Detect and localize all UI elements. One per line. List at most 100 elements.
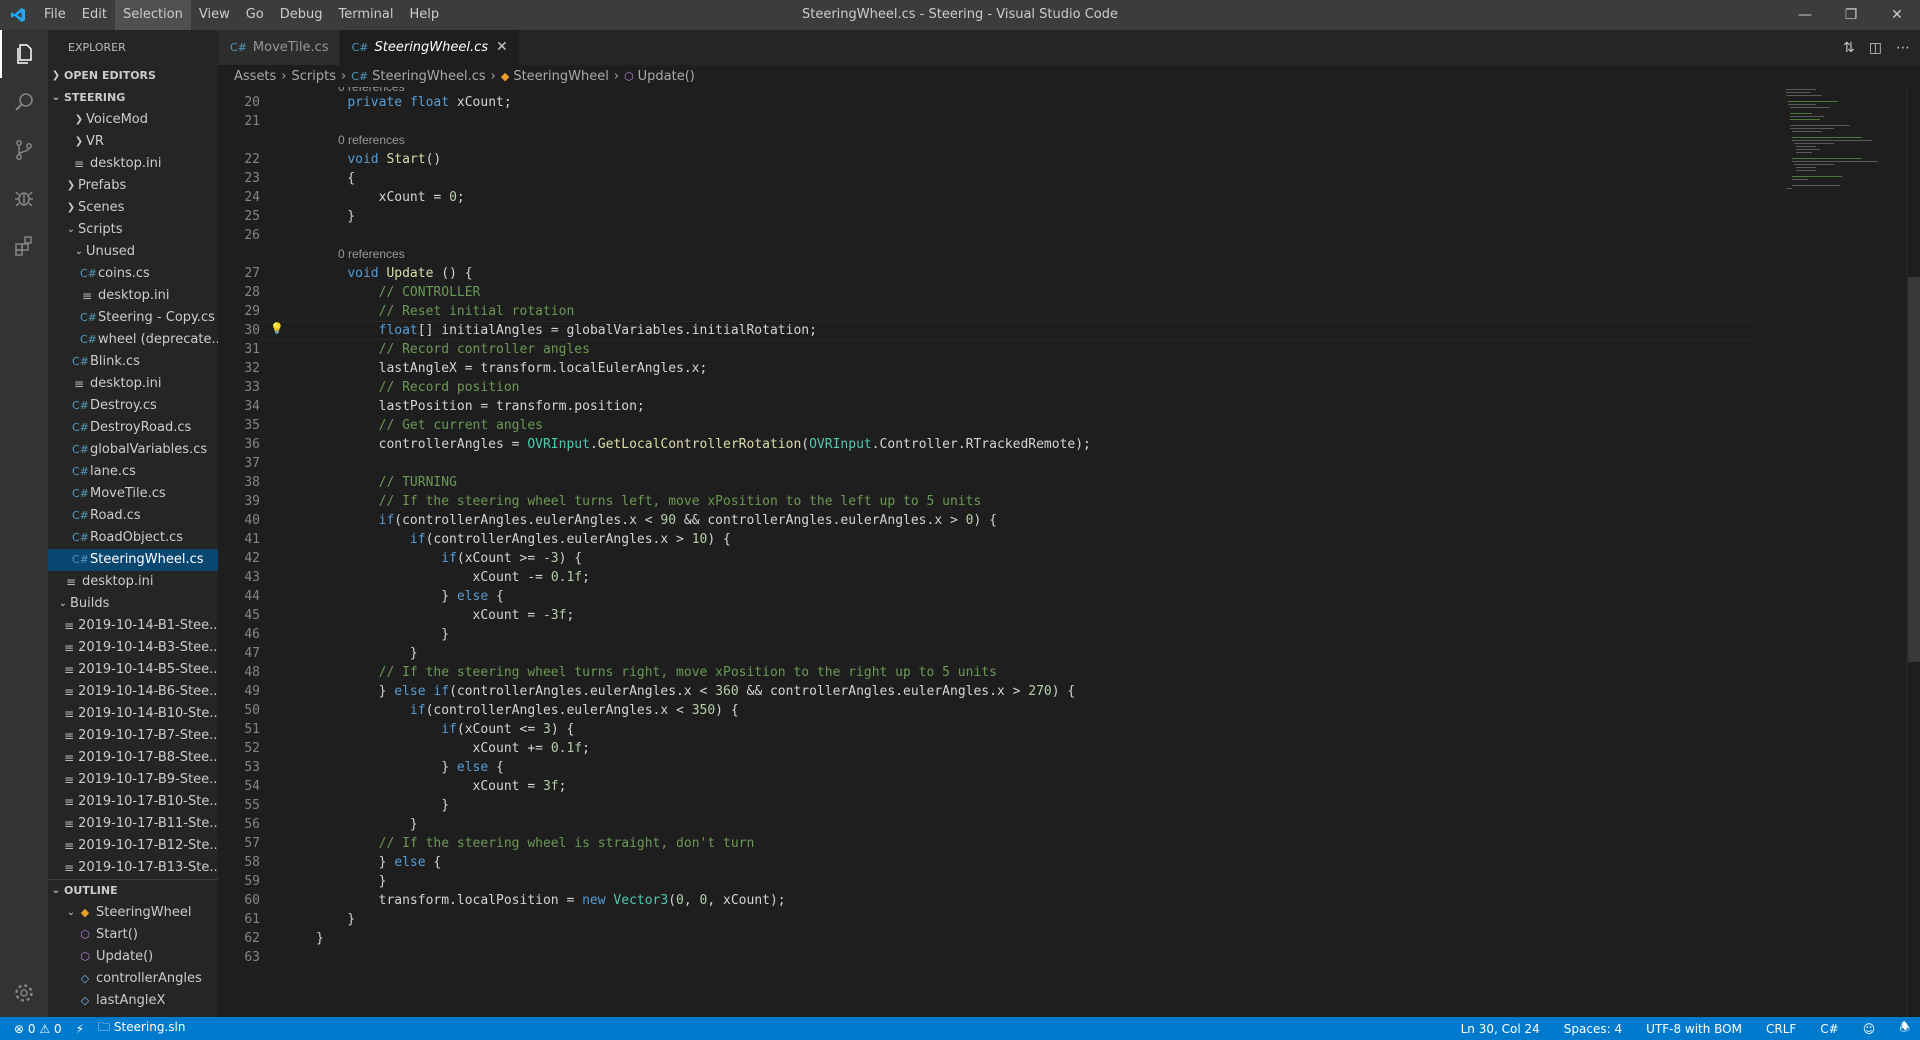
more-actions-icon[interactable]: ⋯ [1896,40,1910,56]
code-lines[interactable]: 0 references private float xCount; 0 refe… [316,87,1756,967]
outline-item[interactable]: ◇ lastAngleX [48,990,218,1012]
tree-item[interactable]: ≡ 2019-10-17-B10-Ste... [48,791,218,813]
vertical-scrollbar[interactable] [1906,87,1920,1017]
tree-item[interactable]: C# DestroyRoad.cs [48,417,218,439]
open-editors-section[interactable]: ❯ OPEN EDITORS [48,65,218,87]
tree-item[interactable]: ≡ 2019-10-17-B11-Ste... [48,813,218,835]
menu-go[interactable]: Go [238,0,272,30]
live-share-icon[interactable]: ⚡ [76,1022,84,1036]
tree-item-label: SteeringWheel.cs [90,552,204,567]
breadcrumb-item[interactable]: SteeringWheel [513,69,609,84]
problems-status[interactable]: ⊗ 0 ⚠ 0 [14,1022,62,1036]
tab-movetile[interactable]: C# MoveTile.cs [218,30,340,65]
manage-activity-button[interactable] [0,969,48,1017]
tree-item[interactable]: ≡ 2019-10-14-B6-Stee... [48,681,218,703]
minimize-button[interactable]: — [1782,0,1828,30]
extensions-activity-button[interactable] [0,222,48,270]
tree-item[interactable]: C# RoadObject.cs [48,527,218,549]
encoding-status[interactable]: UTF-8 with BOM [1646,1022,1742,1036]
tree-item[interactable]: ❯ Prefabs [48,175,218,197]
search-activity-button[interactable] [0,78,48,126]
indentation-status[interactable]: Spaces: 4 [1564,1022,1622,1036]
tree-item[interactable]: C# wheel (deprecate... [48,329,218,351]
tree-item[interactable]: ❯ VR [48,131,218,153]
tree-item[interactable]: ⌄ Builds [48,593,218,615]
language-status[interactable]: C# [1820,1022,1838,1036]
tree-item[interactable]: ❯ Scenes [48,197,218,219]
error-count: 0 [27,1021,36,1036]
tree-item[interactable]: ≡ 2019-10-14-B5-Stee... [48,659,218,681]
feedback-icon[interactable]: ☺ [1863,1022,1876,1036]
code-line: } else { [316,855,442,870]
outline-item[interactable]: ◇ controllerAngles [48,968,218,990]
tree-item[interactable]: ≡ 2019-10-14-B1-Stee... [48,615,218,637]
tree-item[interactable]: C# globalVariables.cs [48,439,218,461]
split-editor-icon[interactable]: ◫ [1869,40,1882,56]
open-changes-icon[interactable]: ⇅ [1843,40,1855,56]
breadcrumb-item[interactable]: Update() [638,69,695,84]
tree-item[interactable]: ≡ 2019-10-14-B10-Ste... [48,703,218,725]
tree-item[interactable]: ❯ VoiceMod [48,109,218,131]
line-number: 51 [244,722,260,737]
breadcrumb-item[interactable]: Scripts [292,69,336,84]
csharp-file-icon: C# [72,399,89,412]
menu-debug[interactable]: Debug [272,0,331,30]
tree-item[interactable]: C# Steering - Copy.cs [48,307,218,329]
close-tab-icon[interactable]: ✕ [496,30,508,65]
scrollbar-thumb[interactable] [1908,277,1920,662]
source-control-activity-button[interactable] [0,126,48,174]
method-icon: ⬡ [80,950,90,963]
tab-steeringwheel[interactable]: C# SteeringWheel.cs ✕ [339,30,519,65]
breadcrumb-item[interactable]: SteeringWheel.cs [372,69,486,84]
bell-icon[interactable]: 🕭 [1899,1018,1910,1039]
tree-item[interactable]: ⌄ Scripts [48,219,218,241]
tree-item[interactable]: ≡ 2019-10-17-B8-Stee... [48,747,218,769]
project-section[interactable]: ⌄ STEERING [48,87,218,109]
tree-item[interactable]: ≡ 2019-10-17-B9-Stee... [48,769,218,791]
minimap[interactable] [1778,87,1898,1017]
code-lens[interactable]: 0 references [316,131,1756,150]
lightbulb-icon[interactable]: 💡 [270,322,284,335]
tree-item[interactable]: ≡ 2019-10-14-B3-Stee... [48,637,218,659]
gutter-spacer [218,131,260,150]
menu-help[interactable]: Help [401,0,447,30]
tree-item[interactable]: C# coins.cs [48,263,218,285]
tree-item-label: 2019-10-14-B5-Stee... [78,662,218,677]
tree-item[interactable]: C# Destroy.cs [48,395,218,417]
cursor-position[interactable]: Ln 30, Col 24 [1461,1022,1540,1036]
menu-file[interactable]: File [36,0,74,30]
code-editor[interactable]: 20 21 22 23 24 25 26 27 28 29 30 31 32 33 34 35 36 37 38 39… [218,87,1778,1017]
solution-status[interactable]: 🗀 Steering.sln [98,1018,185,1039]
line-number: 31 [244,342,260,357]
menu-edit[interactable]: Edit [74,0,115,30]
tree-item[interactable]: ≡ 2019-10-17-B12-Ste... [48,835,218,857]
warning-count: 0 [53,1021,62,1036]
outline-item[interactable]: ⬡ Update() [48,946,218,968]
tree-item[interactable]: C# Road.cs [48,505,218,527]
code-lens[interactable]: 0 references [316,245,1756,264]
eol-status[interactable]: CRLF [1766,1022,1796,1036]
tree-item[interactable]: ≡ 2019-10-17-B13-Ste... [48,857,218,879]
editor-tabs: C# MoveTile.cs C# SteeringWheel.cs ✕ ⇅ ◫… [218,30,1920,65]
outline-item[interactable]: ⌄ ◆ SteeringWheel [48,902,218,924]
tree-item[interactable]: C# MoveTile.cs [48,483,218,505]
tree-item[interactable]: ≡ desktop.ini [48,571,218,593]
tree-item[interactable]: ≡ desktop.ini [48,373,218,395]
tree-item[interactable]: C# SteeringWheel.cs [48,549,218,571]
tree-item[interactable]: ⌄ Unused [48,241,218,263]
tree-item[interactable]: C# lane.cs [48,461,218,483]
breadcrumb-item[interactable]: Assets [234,69,276,84]
outline-section[interactable]: ⌄ OUTLINE [48,879,218,902]
tree-item[interactable]: ≡ desktop.ini [48,153,218,175]
restore-button[interactable]: ❐ [1828,0,1874,30]
close-window-button[interactable]: ✕ [1874,0,1920,30]
outline-item[interactable]: ⬡ Start() [48,924,218,946]
debug-activity-button[interactable] [0,174,48,222]
tree-item[interactable]: ≡ desktop.ini [48,285,218,307]
menu-selection[interactable]: Selection [114,0,191,30]
explorer-activity-button[interactable] [0,30,48,78]
tree-item[interactable]: ≡ 2019-10-17-B7-Stee... [48,725,218,747]
menu-view[interactable]: View [191,0,238,30]
tree-item[interactable]: C# Blink.cs [48,351,218,373]
menu-terminal[interactable]: Terminal [331,0,402,30]
